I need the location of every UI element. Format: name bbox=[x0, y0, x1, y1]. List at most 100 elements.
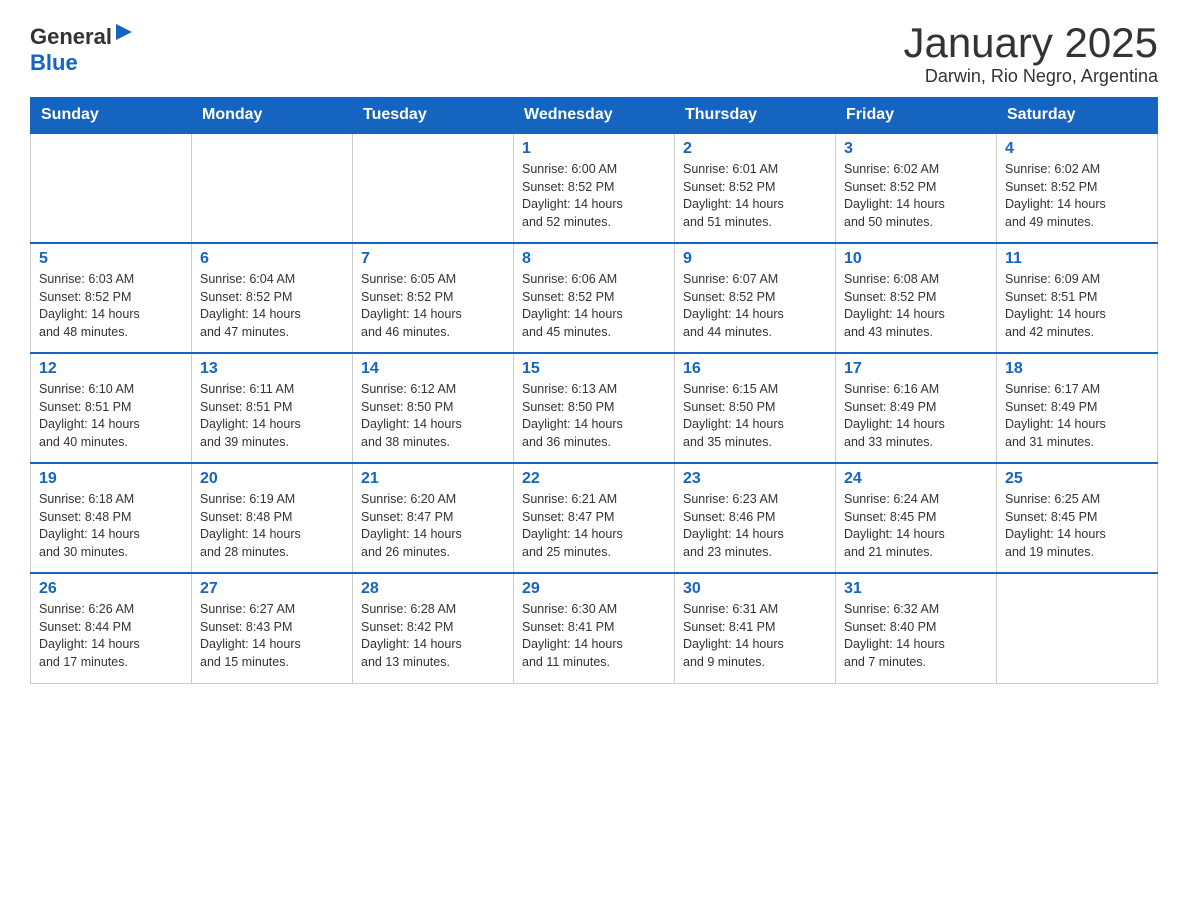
calendar-header-saturday: Saturday bbox=[997, 98, 1158, 134]
day-info: Sunrise: 6:19 AM Sunset: 8:48 PM Dayligh… bbox=[200, 491, 344, 561]
day-number: 7 bbox=[361, 250, 505, 268]
week-row-4: 19Sunrise: 6:18 AM Sunset: 8:48 PM Dayli… bbox=[31, 463, 1158, 573]
day-number: 10 bbox=[844, 250, 988, 268]
calendar-cell: 4 Sunrise: 6:02 AM Sunset: 8:52 PM Daylig… bbox=[997, 133, 1158, 243]
title-block: January 2025 Darwin, Rio Negro, Argentin… bbox=[903, 20, 1158, 87]
calendar-cell: 24 Sunrise: 6:24 AM Sunset: 8:45 PM Dayli… bbox=[836, 463, 997, 573]
calendar-cell: 27 Sunrise: 6:27 AM Sunset: 8:43 PM Dayli… bbox=[192, 573, 353, 683]
day-info: Sunrise: 6:00 AM Sunset: 8:52 PM Dayligh… bbox=[522, 161, 666, 231]
day-number: 4 bbox=[1005, 140, 1149, 158]
day-info: Sunrise: 6:17 AM Sunset: 8:49 PM Dayligh… bbox=[1005, 381, 1149, 451]
day-info: Sunrise: 6:15 AM Sunset: 8:50 PM Dayligh… bbox=[683, 381, 827, 451]
calendar-cell bbox=[31, 133, 192, 243]
calendar-cell: 30Sunrise: 6:31 AM Sunset: 8:41 PM Dayli… bbox=[675, 573, 836, 683]
day-info: Sunrise: 6:07 AM Sunset: 8:52 PM Dayligh… bbox=[683, 271, 827, 341]
week-row-2: 5Sunrise: 6:03 AM Sunset: 8:52 PM Daylig… bbox=[31, 243, 1158, 353]
calendar-cell: 21 Sunrise: 6:20 AM Sunset: 8:47 PM Dayli… bbox=[353, 463, 514, 573]
day-number: 16 bbox=[683, 360, 827, 378]
calendar-header-tuesday: Tuesday bbox=[353, 98, 514, 134]
day-number: 22 bbox=[522, 470, 666, 488]
day-number: 21 bbox=[361, 470, 505, 488]
day-info: Sunrise: 6:32 AM Sunset: 8:40 PM Dayligh… bbox=[844, 601, 988, 671]
calendar-cell: 26 Sunrise: 6:26 AM Sunset: 8:44 PM Dayli… bbox=[31, 573, 192, 683]
calendar-header-friday: Friday bbox=[836, 98, 997, 134]
day-number: 31 bbox=[844, 580, 988, 598]
day-number: 6 bbox=[200, 250, 344, 268]
day-number: 17 bbox=[844, 360, 988, 378]
calendar-title: January 2025 bbox=[903, 20, 1158, 66]
page-header: General Blue January 2025 Darwin, Rio Ne… bbox=[30, 20, 1158, 87]
day-info: Sunrise: 6:04 AM Sunset: 8:52 PM Dayligh… bbox=[200, 271, 344, 341]
day-number: 2 bbox=[683, 140, 827, 158]
day-number: 28 bbox=[361, 580, 505, 598]
calendar-cell: 20 Sunrise: 6:19 AM Sunset: 8:48 PM Dayli… bbox=[192, 463, 353, 573]
calendar-cell: 31 Sunrise: 6:32 AM Sunset: 8:40 PM Dayli… bbox=[836, 573, 997, 683]
day-number: 26 bbox=[39, 580, 183, 598]
calendar-cell: 19Sunrise: 6:18 AM Sunset: 8:48 PM Dayli… bbox=[31, 463, 192, 573]
week-row-5: 26 Sunrise: 6:26 AM Sunset: 8:44 PM Dayli… bbox=[31, 573, 1158, 683]
day-number: 1 bbox=[522, 140, 666, 158]
day-number: 18 bbox=[1005, 360, 1149, 378]
day-info: Sunrise: 6:30 AM Sunset: 8:41 PM Dayligh… bbox=[522, 601, 666, 671]
calendar-cell: 8Sunrise: 6:06 AM Sunset: 8:52 PM Daylig… bbox=[514, 243, 675, 353]
calendar-cell: 18 Sunrise: 6:17 AM Sunset: 8:49 PM Dayli… bbox=[997, 353, 1158, 463]
logo-general: General bbox=[30, 24, 112, 49]
calendar-cell: 9 Sunrise: 6:07 AM Sunset: 8:52 PM Daylig… bbox=[675, 243, 836, 353]
calendar-cell: 5Sunrise: 6:03 AM Sunset: 8:52 PM Daylig… bbox=[31, 243, 192, 353]
day-number: 3 bbox=[844, 140, 988, 158]
day-info: Sunrise: 6:26 AM Sunset: 8:44 PM Dayligh… bbox=[39, 601, 183, 671]
day-info: Sunrise: 6:31 AM Sunset: 8:41 PM Dayligh… bbox=[683, 601, 827, 671]
day-number: 12 bbox=[39, 360, 183, 378]
logo-blue: Blue bbox=[30, 50, 78, 75]
week-row-3: 12Sunrise: 6:10 AM Sunset: 8:51 PM Dayli… bbox=[31, 353, 1158, 463]
day-info: Sunrise: 6:28 AM Sunset: 8:42 PM Dayligh… bbox=[361, 601, 505, 671]
calendar-cell: 2 Sunrise: 6:01 AM Sunset: 8:52 PM Daylig… bbox=[675, 133, 836, 243]
week-row-1: 1 Sunrise: 6:00 AM Sunset: 8:52 PM Daylig… bbox=[31, 133, 1158, 243]
day-number: 8 bbox=[522, 250, 666, 268]
calendar-cell: 29Sunrise: 6:30 AM Sunset: 8:41 PM Dayli… bbox=[514, 573, 675, 683]
calendar-cell: 25 Sunrise: 6:25 AM Sunset: 8:45 PM Dayli… bbox=[997, 463, 1158, 573]
day-info: Sunrise: 6:24 AM Sunset: 8:45 PM Dayligh… bbox=[844, 491, 988, 561]
calendar-cell: 15 Sunrise: 6:13 AM Sunset: 8:50 PM Dayli… bbox=[514, 353, 675, 463]
day-number: 20 bbox=[200, 470, 344, 488]
calendar-cell: 11 Sunrise: 6:09 AM Sunset: 8:51 PM Dayli… bbox=[997, 243, 1158, 353]
calendar-cell: 7Sunrise: 6:05 AM Sunset: 8:52 PM Daylig… bbox=[353, 243, 514, 353]
calendar-cell: 12Sunrise: 6:10 AM Sunset: 8:51 PM Dayli… bbox=[31, 353, 192, 463]
day-number: 9 bbox=[683, 250, 827, 268]
calendar-header-row: SundayMondayTuesdayWednesdayThursdayFrid… bbox=[31, 98, 1158, 134]
calendar-header-wednesday: Wednesday bbox=[514, 98, 675, 134]
day-number: 25 bbox=[1005, 470, 1149, 488]
calendar-cell: 3Sunrise: 6:02 AM Sunset: 8:52 PM Daylig… bbox=[836, 133, 997, 243]
calendar-cell: 22Sunrise: 6:21 AM Sunset: 8:47 PM Dayli… bbox=[514, 463, 675, 573]
day-number: 11 bbox=[1005, 250, 1149, 268]
calendar-header-thursday: Thursday bbox=[675, 98, 836, 134]
day-info: Sunrise: 6:12 AM Sunset: 8:50 PM Dayligh… bbox=[361, 381, 505, 451]
logo-text: General Blue bbox=[30, 20, 136, 76]
day-number: 5 bbox=[39, 250, 183, 268]
calendar-subtitle: Darwin, Rio Negro, Argentina bbox=[903, 66, 1158, 87]
logo: General Blue bbox=[30, 20, 136, 76]
day-info: Sunrise: 6:13 AM Sunset: 8:50 PM Dayligh… bbox=[522, 381, 666, 451]
calendar-cell: 23 Sunrise: 6:23 AM Sunset: 8:46 PM Dayli… bbox=[675, 463, 836, 573]
calendar-cell: 13Sunrise: 6:11 AM Sunset: 8:51 PM Dayli… bbox=[192, 353, 353, 463]
day-info: Sunrise: 6:01 AM Sunset: 8:52 PM Dayligh… bbox=[683, 161, 827, 231]
day-info: Sunrise: 6:27 AM Sunset: 8:43 PM Dayligh… bbox=[200, 601, 344, 671]
calendar-cell: 16 Sunrise: 6:15 AM Sunset: 8:50 PM Dayli… bbox=[675, 353, 836, 463]
calendar-cell: 6 Sunrise: 6:04 AM Sunset: 8:52 PM Daylig… bbox=[192, 243, 353, 353]
day-info: Sunrise: 6:16 AM Sunset: 8:49 PM Dayligh… bbox=[844, 381, 988, 451]
day-info: Sunrise: 6:11 AM Sunset: 8:51 PM Dayligh… bbox=[200, 381, 344, 451]
day-info: Sunrise: 6:20 AM Sunset: 8:47 PM Dayligh… bbox=[361, 491, 505, 561]
calendar-cell: 28 Sunrise: 6:28 AM Sunset: 8:42 PM Dayli… bbox=[353, 573, 514, 683]
day-info: Sunrise: 6:09 AM Sunset: 8:51 PM Dayligh… bbox=[1005, 271, 1149, 341]
day-info: Sunrise: 6:25 AM Sunset: 8:45 PM Dayligh… bbox=[1005, 491, 1149, 561]
calendar-cell bbox=[997, 573, 1158, 683]
day-info: Sunrise: 6:02 AM Sunset: 8:52 PM Dayligh… bbox=[1005, 161, 1149, 231]
day-info: Sunrise: 6:23 AM Sunset: 8:46 PM Dayligh… bbox=[683, 491, 827, 561]
day-number: 15 bbox=[522, 360, 666, 378]
day-number: 27 bbox=[200, 580, 344, 598]
calendar-header-sunday: Sunday bbox=[31, 98, 192, 134]
day-number: 23 bbox=[683, 470, 827, 488]
day-info: Sunrise: 6:08 AM Sunset: 8:52 PM Dayligh… bbox=[844, 271, 988, 341]
calendar-cell: 17 Sunrise: 6:16 AM Sunset: 8:49 PM Dayli… bbox=[836, 353, 997, 463]
day-number: 24 bbox=[844, 470, 988, 488]
